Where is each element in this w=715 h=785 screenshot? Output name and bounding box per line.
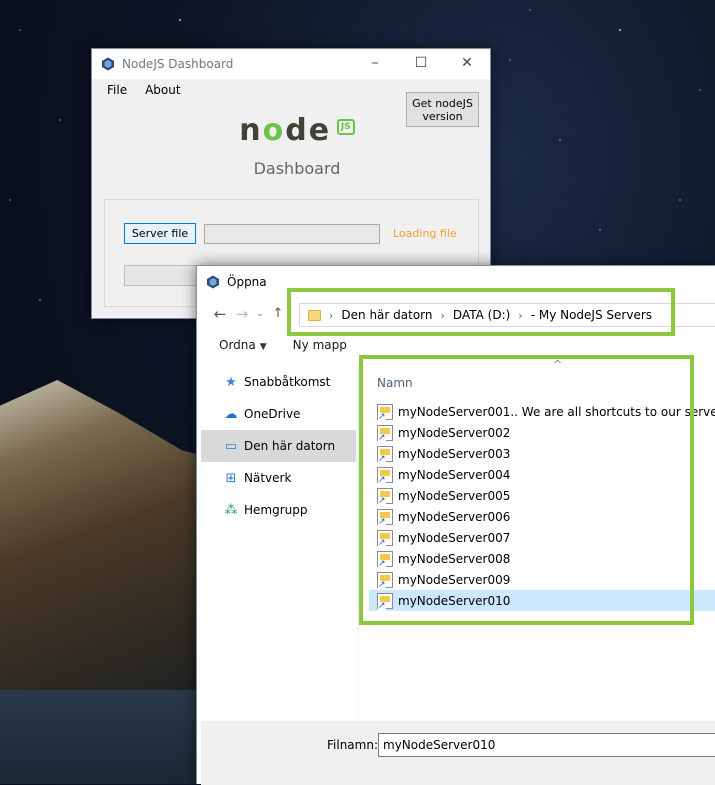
logo-letter: n	[239, 113, 263, 148]
menu-about[interactable]: About	[136, 83, 189, 97]
homegroup-icon: ⁂	[224, 502, 238, 518]
nav-item-label: OneDrive	[244, 407, 301, 421]
logo-letter: e	[308, 113, 332, 148]
filename-label: Filnamn:	[327, 738, 378, 752]
logo-letter: d	[285, 113, 309, 148]
nav-item-network[interactable]: ⊞ Nätverk	[201, 462, 356, 494]
address-highlight-box	[287, 288, 675, 336]
forward-arrow-icon[interactable]: →	[231, 305, 253, 323]
server-file-button[interactable]: Server file	[124, 223, 196, 244]
back-arrow-icon[interactable]: ←	[209, 305, 231, 323]
organize-button[interactable]: Ordna ▼	[219, 338, 267, 352]
nav-item-quick-access[interactable]: ★ Snabbåtkomst	[201, 366, 356, 398]
close-button[interactable]: ✕	[444, 49, 490, 79]
minimize-button[interactable]: –	[352, 49, 398, 79]
progress-bar	[124, 265, 204, 286]
dashboard-titlebar[interactable]: NodeJS Dashboard – ☐ ✕	[92, 49, 490, 79]
caret-down-icon: ▼	[259, 341, 267, 352]
nav-item-label: Hemgrupp	[244, 503, 308, 517]
file-list-highlight-box	[359, 355, 694, 625]
app-icon	[207, 275, 219, 288]
filename-bar: Filnamn: myNodeServer010	[201, 721, 715, 785]
dashboard-subtitle: Dashboard	[253, 159, 341, 178]
maximize-button[interactable]: ☐	[398, 49, 444, 79]
loading-label: Loading file	[393, 227, 457, 240]
nav-item-onedrive[interactable]: ☁ OneDrive	[201, 398, 356, 430]
app-icon	[102, 57, 114, 71]
nodejs-logo: node JS	[232, 113, 362, 148]
new-folder-button[interactable]: Ny mapp	[293, 338, 347, 352]
up-arrow-icon[interactable]: ↑	[267, 306, 289, 321]
computer-icon: ▭	[224, 438, 238, 454]
nav-item-label: Snabbåtkomst	[244, 375, 331, 389]
organize-label: Ordna	[219, 337, 256, 352]
nav-item-this-pc[interactable]: ▭ Den här datorn	[201, 430, 356, 462]
cloud-icon: ☁	[224, 406, 238, 422]
nav-item-label: Nätverk	[244, 471, 292, 485]
network-icon: ⊞	[225, 470, 237, 486]
nodejs-logo-badge: JS	[336, 119, 355, 135]
dashboard-title: NodeJS Dashboard	[122, 57, 234, 71]
recent-chevron-down-icon[interactable]: ⌄	[253, 309, 267, 319]
open-dialog-title: Öppna	[227, 274, 267, 289]
open-dialog[interactable]: Öppna ← → ⌄ ↑ › Den här datorn › DATA (D…	[196, 265, 715, 785]
nav-item-label: Den här datorn	[244, 439, 336, 453]
get-nodejs-version-button[interactable]: Get nodeJS version	[406, 92, 479, 127]
navigation-pane: ★ Snabbåtkomst ☁ OneDrive ▭ Den här dato…	[201, 366, 356, 721]
server-path-field[interactable]	[204, 224, 380, 244]
logo-letter: o	[262, 113, 286, 148]
star-icon: ★	[225, 374, 237, 390]
nodejs-logo-text: node	[239, 113, 331, 148]
filename-input[interactable]: myNodeServer010	[378, 733, 715, 757]
nav-item-homegroup[interactable]: ⁂ Hemgrupp	[201, 494, 356, 526]
menu-file[interactable]: File	[98, 83, 136, 97]
desktop-lake	[0, 690, 200, 784]
